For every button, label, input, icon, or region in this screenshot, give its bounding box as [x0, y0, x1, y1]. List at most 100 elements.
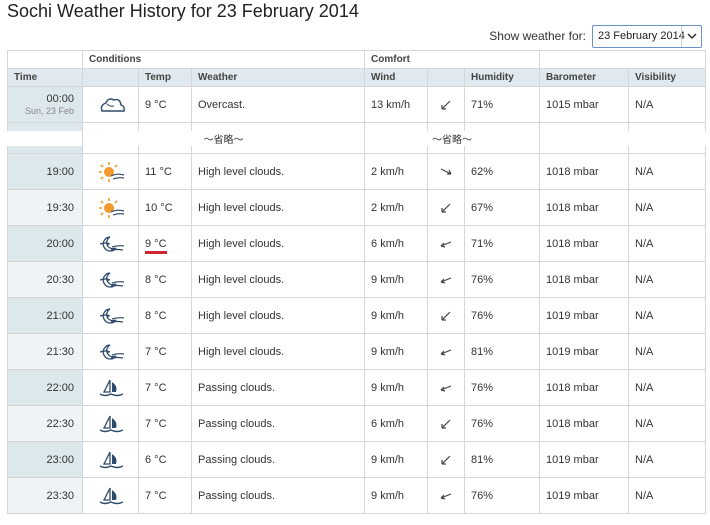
visibility-cell: N/A	[628, 441, 707, 478]
wind-arrow-icon	[427, 189, 466, 226]
header-barometer: Barometer	[539, 68, 630, 87]
header-column-row: Time Temp Weather Wind Humidity Baromete…	[7, 68, 707, 87]
temp-value: 6 °C	[145, 453, 167, 466]
weather-cell: High level clouds.	[190, 153, 366, 190]
date-value: Sun, 23 Feb	[24, 106, 74, 116]
temp-cell: 8 °C	[138, 297, 192, 334]
header-blank	[7, 50, 83, 69]
header-wind-dir	[427, 68, 466, 87]
wind-arrow-icon	[427, 441, 466, 478]
barometer-cell: 1018 mbar	[539, 261, 630, 298]
wind-cell: 9 km/h	[364, 477, 429, 514]
humidity-cell: 81%	[464, 441, 541, 478]
page-title: Sochi Weather History for 23 February 20…	[7, 1, 359, 21]
header-group-row: Conditions Comfort	[7, 50, 707, 69]
temp-cell: 10 °C	[138, 189, 192, 226]
header-time: Time	[7, 68, 83, 87]
visibility-cell: N/A	[628, 189, 707, 226]
time-value: 00:00	[46, 93, 74, 105]
wind-arrow-icon	[427, 333, 466, 370]
time-cell: 19:30	[7, 189, 83, 226]
visibility-cell: N/A	[628, 86, 707, 123]
wind-arrow-icon	[427, 369, 466, 406]
chevron-down-icon[interactable]	[681, 25, 701, 47]
wind-cell: 9 km/h	[364, 441, 429, 478]
date-select[interactable]: 23 February 2014	[592, 24, 702, 48]
moon-cloud-icon	[82, 405, 139, 442]
temp-value: 7 °C	[145, 417, 167, 430]
temp-value: 7 °C	[145, 489, 167, 502]
moon-haze-icon	[82, 261, 139, 298]
wind-arrow-icon	[427, 297, 466, 334]
visibility-cell: N/A	[628, 333, 707, 370]
barometer-cell: 1019 mbar	[539, 297, 630, 334]
barometer-cell: 1019 mbar	[539, 441, 630, 478]
weather-cell: High level clouds.	[190, 261, 366, 298]
date-selector: Show weather for: 23 February 2014	[489, 24, 702, 48]
wind-arrow-icon	[427, 225, 466, 262]
table-row: 19:30 10 °C High level clouds. 2 km/h 67% 101…	[7, 189, 707, 226]
humidity-cell: 81%	[464, 333, 541, 370]
weather-cell: Passing clouds.	[190, 405, 366, 442]
weather-cell: High level clouds.	[190, 225, 366, 262]
table-row: 23:00 6 °C Passing clouds. 9 km/h 81% 1019 mb…	[7, 441, 707, 478]
barometer-cell: 1015 mbar	[539, 86, 630, 123]
wind-arrow-icon	[427, 405, 466, 442]
wind-cell: 9 km/h	[364, 261, 429, 298]
date-select-value: 23 February 2014	[598, 30, 685, 42]
header-wind: Wind	[364, 68, 429, 87]
humidity-cell: 76%	[464, 477, 541, 514]
header-conditions: Conditions	[81, 50, 366, 69]
moon-haze-icon	[82, 297, 139, 334]
visibility-cell: N/A	[628, 405, 707, 442]
barometer-cell: 1018 mbar	[539, 189, 630, 226]
time-cell: 22:30	[7, 405, 83, 442]
table-row: 21:00 8 °C High level clouds. 9 km/h 76% 1019…	[7, 297, 707, 334]
time-cell: 21:00	[7, 297, 83, 334]
header-icon	[82, 68, 139, 87]
weather-cell: Overcast.	[190, 86, 366, 123]
time-cell: 20:00	[7, 225, 83, 262]
omitted-comfort-label: ～省略～	[364, 130, 541, 146]
humidity-cell: 76%	[464, 369, 541, 406]
table-row: 20:00 9 °C High level clouds. 6 km/h 71% 1018…	[7, 225, 707, 262]
moon-cloud-icon	[82, 441, 139, 478]
humidity-cell: 62%	[464, 153, 541, 190]
gap-row	[7, 145, 707, 154]
temp-cell: 9 °C	[138, 225, 192, 262]
temp-cell: 11 °C	[138, 153, 192, 190]
visibility-cell: N/A	[628, 225, 707, 262]
humidity-cell: 76%	[464, 297, 541, 334]
wind-cell: 6 km/h	[364, 405, 429, 442]
temp-value: 7 °C	[145, 345, 167, 358]
weather-cell: High level clouds.	[190, 297, 366, 334]
gap-row	[7, 122, 707, 131]
time-cell: 00:00 Sun, 23 Feb	[7, 86, 83, 123]
humidity-cell: 76%	[464, 261, 541, 298]
weather-cell: Passing clouds.	[190, 441, 366, 478]
temp-cell: 6 °C	[138, 441, 192, 478]
wind-arrow-icon	[427, 261, 466, 298]
sun-haze-icon	[82, 189, 139, 226]
barometer-cell: 1018 mbar	[539, 369, 630, 406]
wind-cell: 13 km/h	[364, 86, 429, 123]
sun-haze-icon	[82, 153, 139, 190]
wind-arrow-icon	[427, 477, 466, 514]
table-row: 22:00 7 °C Passing clouds. 9 km/h 76% 1018 mb…	[7, 369, 707, 406]
barometer-cell: 1019 mbar	[539, 333, 630, 370]
moon-cloud-icon	[82, 369, 139, 406]
time-cell: 21:30	[7, 333, 83, 370]
header-blank-right	[539, 50, 707, 69]
temp-value: 8 °C	[145, 309, 167, 322]
temp-cell: 7 °C	[138, 333, 192, 370]
humidity-cell: 76%	[464, 405, 541, 442]
wind-arrow-icon	[427, 86, 466, 123]
table-row: 21:30 7 °C High level clouds. 9 km/h 81% 1019…	[7, 333, 707, 370]
date-selector-label: Show weather for:	[489, 29, 586, 43]
header-visibility: Visibility	[628, 68, 707, 87]
temp-value: 8 °C	[145, 273, 167, 286]
temp-value: 7 °C	[145, 381, 167, 394]
wind-cell: 2 km/h	[364, 153, 429, 190]
omitted-weather-label: ～省略～	[81, 130, 366, 146]
temp-cell: 7 °C	[138, 477, 192, 514]
